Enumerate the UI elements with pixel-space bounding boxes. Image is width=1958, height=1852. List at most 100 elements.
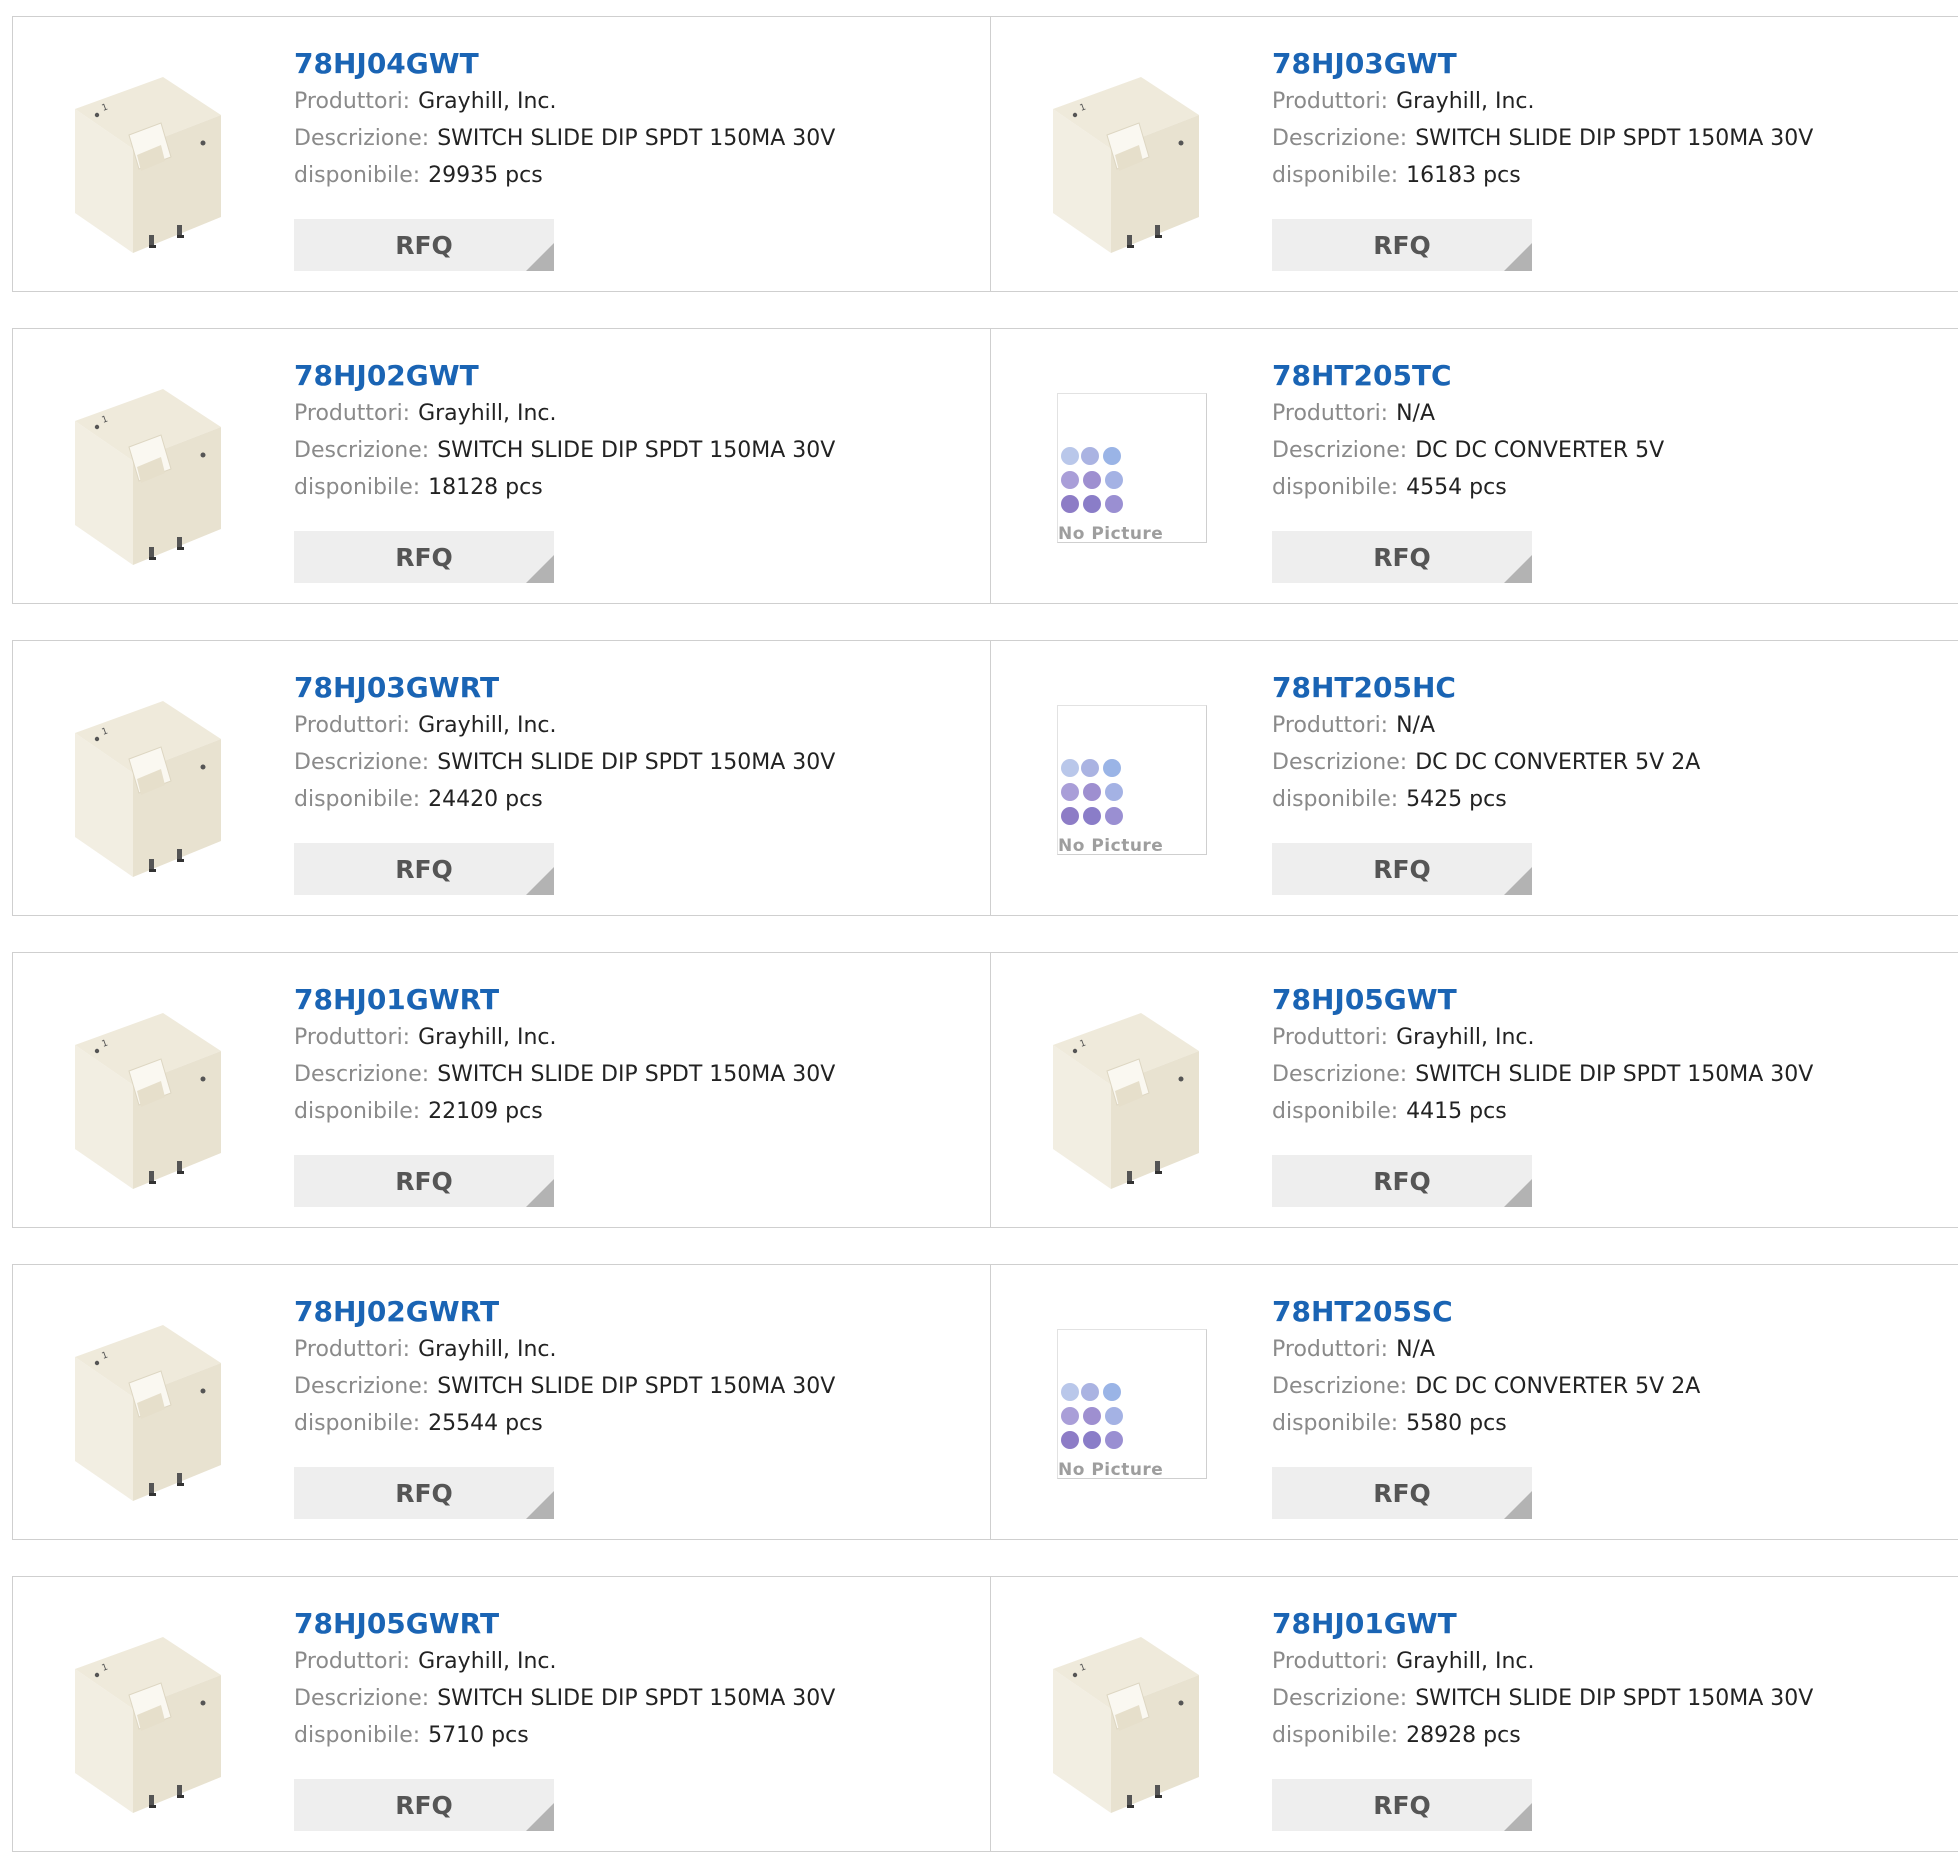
product-part-link[interactable]: 78HJ05GWRT [294,1605,954,1643]
availability-row: disponibile: 16183 pcs [1272,157,1932,194]
rfq-button[interactable]: RFQ [294,843,554,895]
availability-label: disponibile: [1272,163,1399,188]
rfq-button-label: RFQ [395,230,453,260]
rfq-button[interactable]: RFQ [1272,531,1532,583]
rfq-button[interactable]: RFQ [1272,1779,1532,1831]
availability-value: 5580 pcs [1406,1411,1507,1436]
product-part-link[interactable]: 78HJ01GWT [1272,1605,1932,1643]
product-image[interactable]: 1 [53,369,253,569]
product-part-link[interactable]: 78HJ05GWT [1272,981,1932,1019]
availability-label: disponibile: [294,475,421,500]
rfq-button[interactable]: RFQ [1272,219,1532,271]
product-image[interactable]: 1 [53,681,253,881]
corner-triangle-icon [1504,1803,1532,1831]
product-image[interactable]: 1 [1031,1617,1231,1817]
product-part-link[interactable]: 78HJ02GWRT [294,1293,954,1331]
description-value: SWITCH SLIDE DIP SPDT 150MA 30V [437,1062,836,1087]
rfq-button-label: RFQ [1373,230,1431,260]
rfq-button[interactable]: RFQ [294,1467,554,1519]
product-part-link[interactable]: 78HJ03GWRT [294,669,954,707]
description-row: Descrizione: SWITCH SLIDE DIP SPDT 150MA … [1272,120,1932,157]
manufacturer-row: Produttori: Grayhill, Inc. [294,83,954,120]
rfq-button[interactable]: RFQ [1272,843,1532,895]
rfq-button[interactable]: RFQ [1272,1467,1532,1519]
no-picture-placeholder: No Picture [1057,1329,1207,1480]
availability-row: disponibile: 24420 pcs [294,781,954,818]
description-row: Descrizione: SWITCH SLIDE DIP SPDT 150MA … [294,1056,954,1093]
product-card: 1 78HJ03GWRT Produttori: Grayhill, Inc. D… [12,640,990,916]
availability-row: disponibile: 28928 pcs [1272,1717,1932,1754]
product-card: No Picture 78HT205SC Produttori: N/A Desc… [990,1264,1958,1540]
description-label: Descrizione: [1272,126,1408,151]
rfq-button[interactable]: RFQ [294,1155,554,1207]
manufacturer-label: Produttori: [294,1337,411,1362]
no-picture-label: No Picture [1058,1460,1164,1480]
manufacturer-label: Produttori: [1272,713,1389,738]
product-info: 78HJ03GWRT Produttori: Grayhill, Inc. Des… [294,669,954,818]
manufacturer-label: Produttori: [1272,89,1389,114]
product-image[interactable]: 1 [53,1305,253,1505]
placeholder-logo-icon [1058,1382,1128,1456]
rfq-button[interactable]: RFQ [294,1779,554,1831]
rfq-button-label: RFQ [1373,1166,1431,1196]
rfq-button[interactable]: RFQ [294,219,554,271]
manufacturer-row: Produttori: Grayhill, Inc. [294,1019,954,1056]
availability-row: disponibile: 5580 pcs [1272,1405,1932,1442]
availability-value: 4415 pcs [1406,1099,1507,1124]
product-card: 1 78HJ04GWT Produttori: Grayhill, Inc. De… [12,16,990,292]
product-card: 1 78HJ05GWT Produttori: Grayhill, Inc. De… [990,952,1958,1228]
availability-label: disponibile: [294,1723,421,1748]
availability-row: disponibile: 5710 pcs [294,1717,954,1754]
manufacturer-label: Produttori: [1272,1337,1389,1362]
product-part-link[interactable]: 78HT205SC [1272,1293,1932,1331]
corner-triangle-icon [526,1179,554,1207]
rfq-button-label: RFQ [395,1790,453,1820]
product-card: No Picture 78HT205TC Produttori: N/A Desc… [990,328,1958,604]
description-row: Descrizione: SWITCH SLIDE DIP SPDT 150MA … [294,432,954,469]
product-part-link[interactable]: 78HT205TC [1272,357,1932,395]
manufacturer-value: Grayhill, Inc. [1396,89,1535,114]
description-value: SWITCH SLIDE DIP SPDT 150MA 30V [437,750,836,775]
rfq-button-label: RFQ [395,1166,453,1196]
product-info: 78HT205HC Produttori: N/A Descrizione: DC … [1272,669,1932,818]
product-image[interactable]: 1 [1031,57,1231,257]
description-label: Descrizione: [294,1686,430,1711]
product-info: 78HT205TC Produttori: N/A Descrizione: DC … [1272,357,1932,506]
rfq-button[interactable]: RFQ [294,531,554,583]
product-image[interactable]: 1 [53,1617,253,1817]
product-part-link[interactable]: 78HJ03GWT [1272,45,1932,83]
manufacturer-label: Produttori: [294,713,411,738]
description-label: Descrizione: [294,1062,430,1087]
product-grid: 1 78HJ04GWT Produttori: Grayhill, Inc. De… [12,16,1958,1852]
rfq-button[interactable]: RFQ [1272,1155,1532,1207]
product-part-link[interactable]: 78HT205HC [1272,669,1932,707]
description-row: Descrizione: SWITCH SLIDE DIP SPDT 150MA … [294,1368,954,1405]
description-row: Descrizione: DC DC CONVERTER 5V 2A [1272,1368,1932,1405]
manufacturer-row: Produttori: Grayhill, Inc. [1272,83,1932,120]
availability-value: 29935 pcs [428,163,543,188]
availability-label: disponibile: [294,1411,421,1436]
product-image[interactable]: 1 [53,993,253,1193]
product-part-link[interactable]: 78HJ04GWT [294,45,954,83]
availability-value: 22109 pcs [428,1099,543,1124]
product-image[interactable]: 1 [53,57,253,257]
manufacturer-value: N/A [1396,1337,1436,1362]
product-card: 1 78HJ05GWRT Produttori: Grayhill, Inc. D… [12,1576,990,1852]
no-picture-label: No Picture [1058,524,1164,544]
manufacturer-row: Produttori: Grayhill, Inc. [1272,1019,1932,1056]
product-card: 1 78HJ01GWT Produttori: Grayhill, Inc. De… [990,1576,1958,1852]
availability-row: disponibile: 5425 pcs [1272,781,1932,818]
product-card: 1 78HJ02GWT Produttori: Grayhill, Inc. De… [12,328,990,604]
description-row: Descrizione: SWITCH SLIDE DIP SPDT 150MA … [1272,1680,1932,1717]
availability-label: disponibile: [1272,1099,1399,1124]
product-image[interactable]: 1 [1031,993,1231,1193]
description-value: DC DC CONVERTER 5V 2A [1415,750,1701,775]
product-part-link[interactable]: 78HJ01GWRT [294,981,954,1019]
manufacturer-label: Produttori: [294,1649,411,1674]
product-part-link[interactable]: 78HJ02GWT [294,357,954,395]
availability-label: disponibile: [294,787,421,812]
manufacturer-row: Produttori: Grayhill, Inc. [294,395,954,432]
product-card: 1 78HJ02GWRT Produttori: Grayhill, Inc. D… [12,1264,990,1540]
rfq-button-label: RFQ [1373,542,1431,572]
product-card: 1 78HJ03GWT Produttori: Grayhill, Inc. De… [990,16,1958,292]
